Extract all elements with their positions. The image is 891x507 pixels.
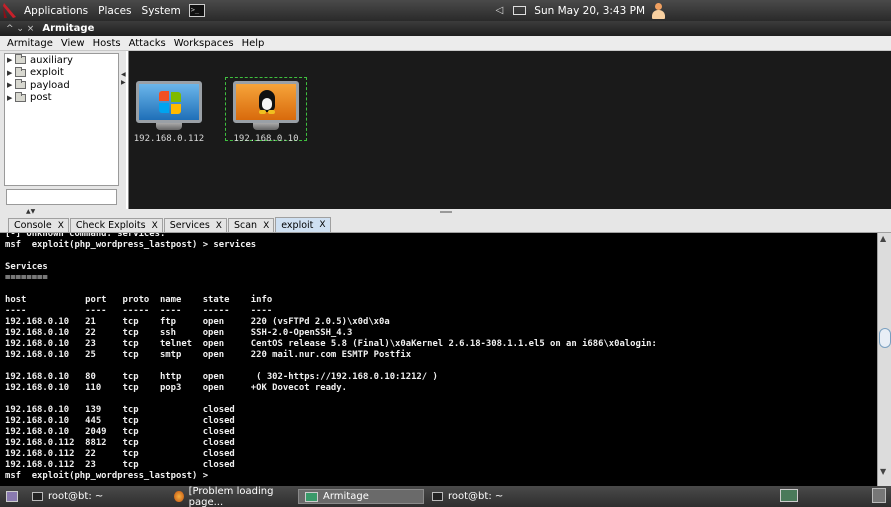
tree-item-label: auxiliary bbox=[30, 54, 73, 66]
menu-armitage[interactable]: Armitage bbox=[7, 38, 53, 49]
task-label: [Problem loading page... bbox=[188, 485, 274, 507]
console-output[interactable]: [-] Unknown command: services. msf explo… bbox=[5, 233, 657, 482]
task-terminal-1[interactable]: root@bt: ~ bbox=[26, 489, 166, 504]
show-desktop-icon[interactable] bbox=[6, 491, 18, 502]
tab-strip: Console X Check Exploits X Services X Sc… bbox=[0, 217, 891, 233]
folder-icon bbox=[15, 79, 26, 90]
msf-console[interactable]: [-] Unknown command: services. msf explo… bbox=[0, 233, 877, 486]
terminal-icon bbox=[32, 492, 43, 501]
menu-system[interactable]: System bbox=[142, 5, 181, 17]
windows-host-icon[interactable] bbox=[136, 81, 202, 123]
menu-workspaces[interactable]: Workspaces bbox=[174, 38, 234, 49]
tab-console[interactable]: Console X bbox=[8, 218, 69, 232]
monitor-stand bbox=[253, 123, 279, 130]
firefox-icon bbox=[174, 491, 184, 502]
scroll-down-icon[interactable]: ▼ bbox=[880, 467, 886, 476]
menu-hosts[interactable]: Hosts bbox=[93, 38, 121, 49]
tab-label: exploit bbox=[281, 219, 314, 231]
host-node[interactable]: 192.168.0.112 bbox=[129, 81, 209, 144]
tab-scan[interactable]: Scan X bbox=[227, 218, 275, 232]
task-label: Armitage bbox=[323, 491, 369, 502]
menu-places[interactable]: Places bbox=[98, 5, 131, 17]
tree-item-label: payload bbox=[30, 79, 70, 91]
task-firefox[interactable]: [Problem loading page... bbox=[168, 485, 296, 507]
menu-help[interactable]: Help bbox=[242, 38, 265, 49]
expand-arrow-icon[interactable]: ▶ bbox=[7, 81, 15, 89]
top-panel: Applications Places System >_ ◁ Sun May … bbox=[0, 0, 891, 21]
tux-icon bbox=[259, 90, 275, 116]
backtrack-logo-icon[interactable] bbox=[0, 0, 20, 21]
speaker-icon[interactable]: ◁ bbox=[496, 5, 504, 16]
menu-applications[interactable]: Applications bbox=[24, 5, 88, 17]
window-titlebar: ^ ⌄ × Armitage bbox=[0, 21, 891, 36]
expand-arrow-icon[interactable]: ▶ bbox=[7, 56, 15, 64]
hosts-graph: 192.168.0.112 192.168.0.10 bbox=[128, 51, 891, 209]
trash-icon[interactable] bbox=[872, 488, 886, 503]
folder-icon bbox=[15, 66, 26, 77]
tree-item-label: exploit bbox=[30, 67, 64, 79]
scroll-up-icon[interactable]: ▲ bbox=[880, 234, 886, 243]
tree-item-exploit[interactable]: ▶ exploit bbox=[5, 66, 118, 80]
bottom-taskbar: root@bt: ~ [Problem loading page... Armi… bbox=[0, 486, 891, 507]
host-ip-label: 192.168.0.112 bbox=[133, 134, 205, 144]
menu-view[interactable]: View bbox=[61, 38, 85, 49]
workspace-switcher-icon[interactable] bbox=[780, 489, 798, 502]
horizontal-splitter[interactable]: ▲▼ bbox=[0, 208, 891, 217]
folder-icon bbox=[15, 91, 26, 102]
mail-icon[interactable] bbox=[513, 6, 527, 15]
module-tree: ▶ auxiliary ▶ exploit ▶ payload ▶ post bbox=[4, 53, 119, 186]
tree-item-payload[interactable]: ▶ payload bbox=[5, 79, 118, 92]
terminal-icon bbox=[432, 492, 443, 501]
tab-check-exploits[interactable]: Check Exploits X bbox=[69, 218, 163, 232]
window-controls[interactable]: ^ ⌄ × bbox=[6, 24, 34, 34]
expand-arrow-icon[interactable]: ▶ bbox=[7, 94, 15, 102]
task-label: root@bt: ~ bbox=[448, 491, 504, 502]
folder-icon bbox=[15, 54, 26, 65]
window-title: Armitage bbox=[42, 23, 95, 34]
tab-label: Console bbox=[14, 220, 52, 231]
module-search-input[interactable] bbox=[6, 189, 117, 205]
scroll-thumb[interactable] bbox=[879, 328, 891, 348]
tree-item-label: post bbox=[30, 92, 52, 104]
user-icon[interactable] bbox=[651, 2, 665, 19]
tree-item-auxiliary[interactable]: ▶ auxiliary bbox=[5, 54, 118, 67]
tab-close-button[interactable]: X bbox=[263, 221, 269, 231]
collapse-left-icon[interactable]: ◀ bbox=[121, 71, 126, 78]
terminal-launcher-icon[interactable]: >_ bbox=[188, 4, 205, 17]
tab-close-button[interactable]: X bbox=[216, 221, 222, 231]
console-scrollbar[interactable]: ▲ ▼ bbox=[877, 233, 891, 486]
tab-close-button[interactable]: X bbox=[152, 221, 158, 231]
vertical-splitter[interactable]: ◀ ▶ bbox=[121, 51, 126, 209]
linux-host-icon[interactable] bbox=[233, 81, 299, 123]
menu-attacks[interactable]: Attacks bbox=[129, 38, 166, 49]
module-browser: ▶ auxiliary ▶ exploit ▶ payload ▶ post bbox=[0, 51, 126, 209]
windows-logo-icon bbox=[159, 91, 181, 114]
tree-item-post[interactable]: ▶ post bbox=[5, 91, 118, 105]
tab-label: Check Exploits bbox=[75, 220, 146, 231]
tab-exploit[interactable]: exploit X bbox=[275, 217, 331, 232]
monitor-stand bbox=[156, 123, 182, 130]
armitage-icon bbox=[305, 491, 318, 502]
splitter-grip-icon[interactable] bbox=[440, 211, 452, 213]
task-terminal-2[interactable]: root@bt: ~ bbox=[426, 489, 552, 504]
tab-services[interactable]: Services X bbox=[163, 218, 227, 232]
expand-arrow-icon[interactable]: ▶ bbox=[7, 69, 15, 77]
collapse-arrows-icon[interactable]: ▲▼ bbox=[26, 208, 35, 215]
tab-label: Services bbox=[169, 220, 210, 231]
menubar: Armitage View Hosts Attacks Workspaces H… bbox=[0, 36, 891, 51]
host-node[interactable]: 192.168.0.10 bbox=[226, 81, 306, 144]
task-label: root@bt: ~ bbox=[48, 491, 104, 502]
tab-close-button[interactable]: X bbox=[319, 220, 325, 230]
task-armitage[interactable]: Armitage bbox=[298, 489, 424, 504]
expand-right-icon[interactable]: ▶ bbox=[121, 79, 126, 86]
tab-label: Scan bbox=[233, 220, 258, 231]
tab-close-button[interactable]: X bbox=[58, 221, 64, 231]
host-ip-label: 192.168.0.10 bbox=[233, 134, 299, 144]
clock[interactable]: Sun May 20, 3:43 PM bbox=[534, 5, 645, 17]
